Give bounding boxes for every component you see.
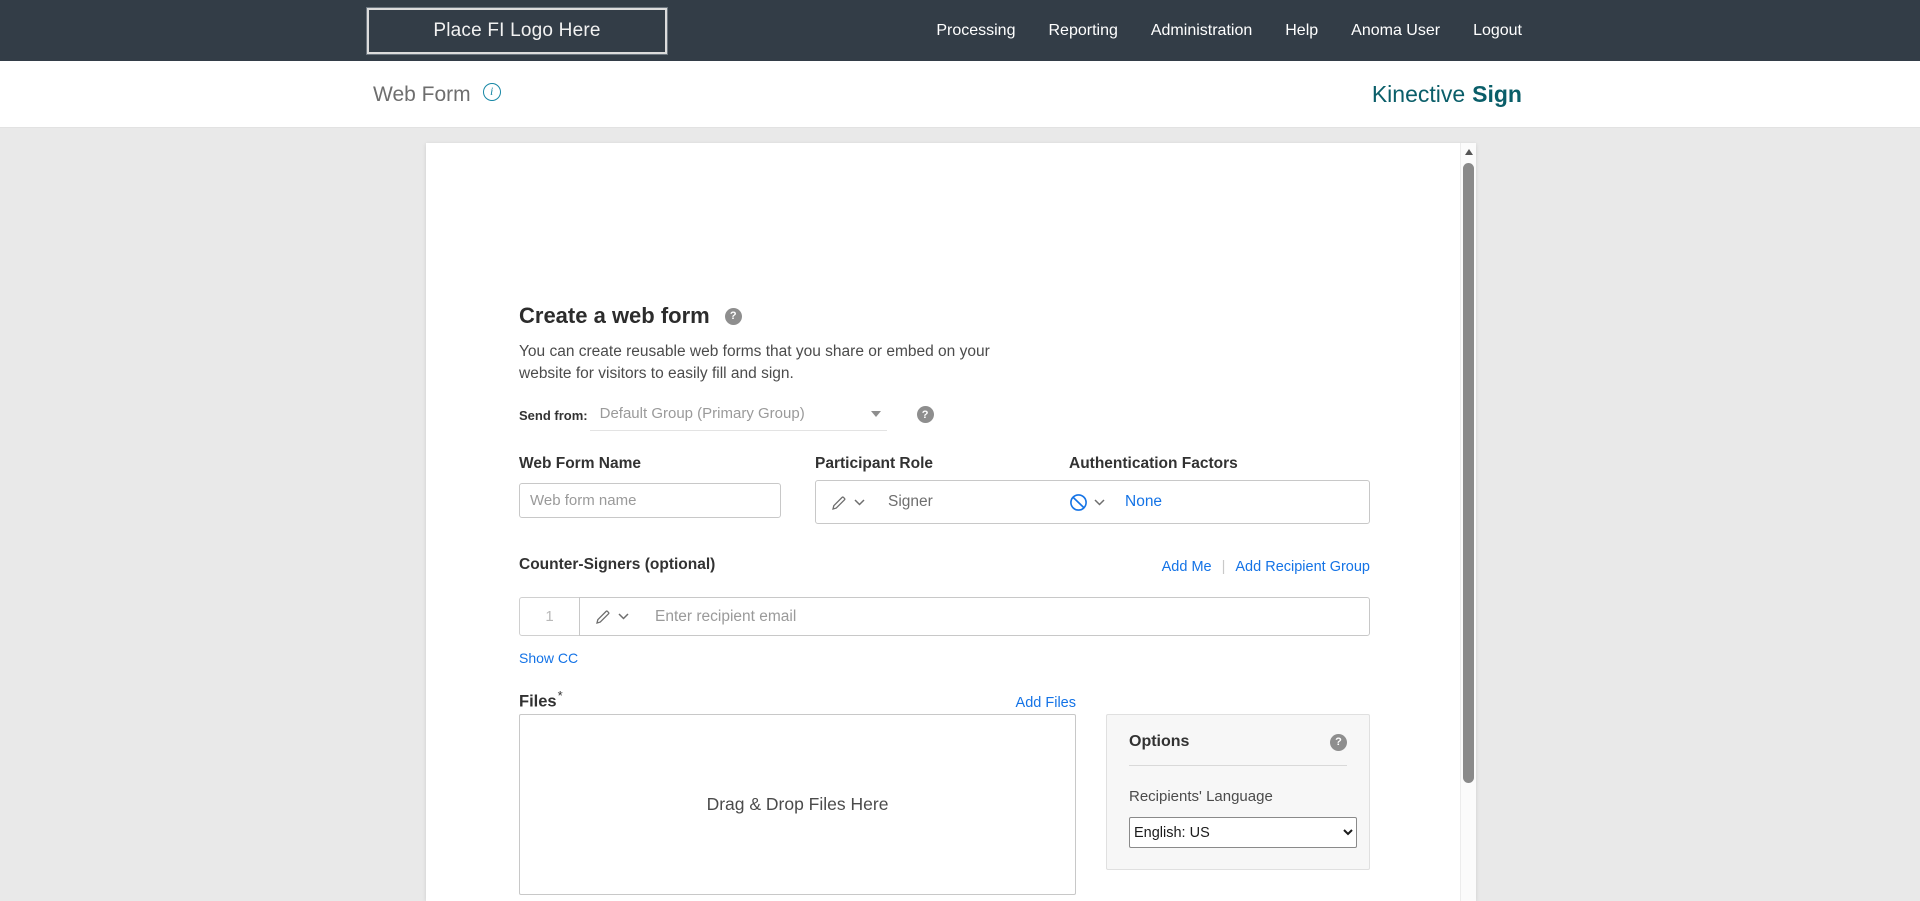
recipient-role-dropdown[interactable]: [595, 608, 629, 625]
counter-signers-label: Counter-Signers (optional): [519, 556, 715, 574]
required-asterisk: *: [558, 688, 563, 703]
info-icon[interactable]: i: [483, 83, 501, 101]
brand-logo: Kinective Sign: [1372, 61, 1522, 128]
form-description: You can create reusable web forms that y…: [519, 341, 1044, 386]
nav-logout[interactable]: Logout: [1473, 22, 1522, 40]
fi-logo-placeholder: Place FI Logo Here: [367, 8, 667, 54]
options-title: Options: [1129, 733, 1189, 751]
page-title: Web Form: [373, 83, 471, 107]
panel-scrollbar[interactable]: [1460, 143, 1476, 901]
authentication-factors-label: Authentication Factors: [1069, 455, 1238, 473]
pen-icon: [831, 494, 848, 511]
recipient-email-placeholder: Enter recipient email: [655, 608, 796, 626]
options-help-icon[interactable]: ?: [1330, 734, 1347, 751]
counter-signer-row: 1 Enter recipient email: [519, 597, 1370, 636]
authentication-value[interactable]: None: [1125, 493, 1162, 511]
options-divider: [1129, 765, 1347, 766]
participant-role-value[interactable]: Signer: [888, 493, 933, 511]
authentication-dropdown[interactable]: None: [1069, 493, 1162, 512]
sub-header-bar: Web Form i Kinective Sign: [0, 61, 1920, 128]
add-files-link[interactable]: Add Files: [1016, 695, 1076, 711]
add-me-link[interactable]: Add Me: [1162, 559, 1212, 575]
nav-help[interactable]: Help: [1285, 22, 1318, 40]
participant-role-box: Signer None: [815, 480, 1370, 524]
chevron-down-icon: [618, 613, 629, 620]
caret-down-icon: [871, 411, 881, 417]
send-from-help-icon[interactable]: ?: [917, 406, 934, 423]
dropzone-text: Drag & Drop Files Here: [707, 794, 889, 815]
top-navigation-bar: Place FI Logo Here Processing Reporting …: [0, 0, 1920, 61]
recipient-email-field[interactable]: Enter recipient email: [579, 597, 1370, 636]
participant-role-label: Participant Role: [815, 455, 933, 473]
files-label: Files*: [519, 688, 563, 712]
brand-product: Sign: [1472, 81, 1522, 108]
nav-user-menu[interactable]: Anoma User: [1351, 22, 1440, 40]
form-title: Create a web form: [519, 303, 710, 329]
no-authentication-icon: [1069, 493, 1088, 512]
add-recipient-group-link[interactable]: Add Recipient Group: [1235, 559, 1370, 575]
file-dropzone[interactable]: Drag & Drop Files Here: [519, 714, 1076, 895]
scroll-up-icon[interactable]: [1465, 149, 1473, 155]
role-dropdown[interactable]: [831, 494, 865, 511]
pen-icon: [595, 608, 612, 625]
title-help-icon[interactable]: ?: [725, 308, 742, 325]
nav-reporting[interactable]: Reporting: [1048, 22, 1117, 40]
create-web-form-panel: Create a web form ? You can create reusa…: [426, 143, 1476, 901]
chevron-down-icon: [1094, 499, 1105, 506]
web-form-name-input[interactable]: [519, 483, 781, 518]
show-cc-link[interactable]: Show CC: [519, 650, 578, 666]
chevron-down-icon: [854, 499, 865, 506]
recipients-language-label: Recipients' Language: [1129, 788, 1347, 805]
recipient-index: 1: [519, 597, 580, 636]
brand-name: Kinective: [1372, 81, 1465, 108]
send-from-dropdown[interactable]: Default Group (Primary Group): [590, 403, 887, 431]
fi-logo-text: Place FI Logo Here: [433, 20, 600, 42]
nav-administration[interactable]: Administration: [1151, 22, 1252, 40]
send-from-label: Send from:: [519, 408, 588, 423]
send-from-value: Default Group (Primary Group): [600, 405, 805, 422]
link-separator: |: [1222, 559, 1226, 575]
top-nav-menu: Processing Reporting Administration Help…: [936, 0, 1522, 61]
options-panel: Options ? Recipients' Language English: …: [1106, 714, 1370, 870]
scrollbar-thumb[interactable]: [1463, 163, 1474, 783]
web-form-name-label: Web Form Name: [519, 455, 641, 473]
recipients-language-select[interactable]: English: US: [1129, 817, 1357, 848]
nav-processing[interactable]: Processing: [936, 22, 1015, 40]
